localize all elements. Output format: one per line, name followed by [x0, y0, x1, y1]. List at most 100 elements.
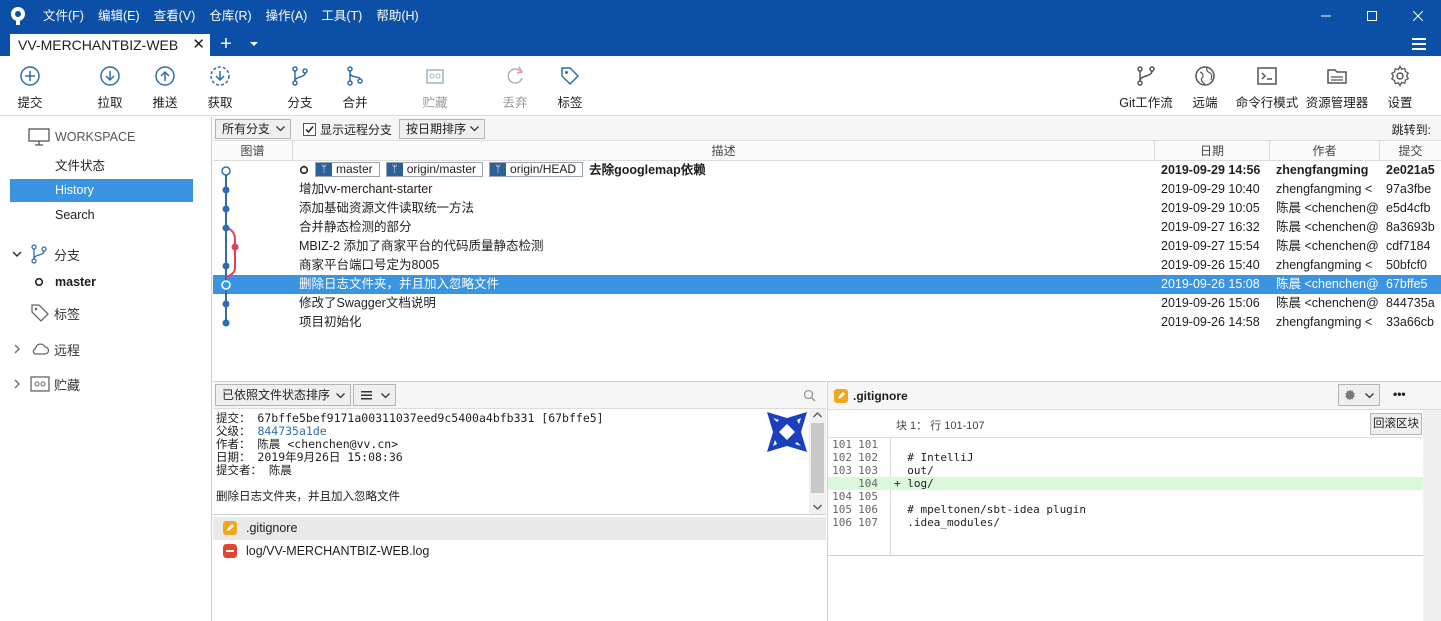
file-item-modified[interactable]: .gitignore	[213, 517, 826, 540]
branch-button[interactable]: 分支	[282, 56, 318, 116]
repo-tab-bar: VV-MERCHANTBIZ-WEB ✕ +	[0, 32, 1441, 56]
scrollbar-thumb[interactable]	[811, 423, 824, 493]
column-author[interactable]: 作者	[1270, 141, 1380, 161]
remote-button[interactable]: 远端	[1187, 56, 1223, 116]
pull-arrow-icon	[100, 66, 120, 86]
merge-button[interactable]: 合并	[337, 56, 373, 116]
chevron-down-icon[interactable]	[248, 38, 260, 50]
commit-author: 陈晨 <chenchen@	[1276, 201, 1379, 215]
commit-description: MBIZ-2 添加了商家平台的代码质量静态检测	[299, 239, 544, 253]
commit-row[interactable]: 修改了Swagger文档说明 2019-09-26 15:06 陈晨 <chen…	[213, 294, 1441, 313]
commit-row[interactable]: 项目初始化 2019-09-26 14:58 zhengfangming < 3…	[213, 313, 1441, 332]
commit-details: 提交： 67bffe5bef9171a00311037eed9c5400a4bf…	[213, 409, 826, 514]
sourcetree-logo-icon	[8, 6, 28, 26]
commit-row[interactable]: 添加基础资源文件读取统一方法 2019-09-29 10:05 陈晨 <chen…	[213, 199, 1441, 218]
menu-help[interactable]: 帮助(H)	[369, 0, 425, 32]
repo-tab[interactable]: VV-MERCHANTBIZ-WEB ✕	[10, 34, 210, 56]
chevron-right-icon[interactable]	[12, 344, 22, 354]
push-button[interactable]: 推送	[147, 56, 183, 116]
commit-details-scrollbar[interactable]	[809, 409, 826, 514]
chevron-down-icon[interactable]	[12, 249, 22, 259]
terminal-button[interactable]: 命令行模式	[1235, 56, 1299, 116]
diff-line-added[interactable]: 104 + log/	[828, 477, 1424, 490]
column-date[interactable]: 日期	[1155, 141, 1270, 161]
commit-hash: 67bffe5	[1386, 277, 1428, 291]
column-commit[interactable]: 提交	[1380, 141, 1441, 161]
close-window-button[interactable]	[1395, 0, 1441, 32]
commit-date: 2019-09-27 15:54	[1161, 239, 1260, 253]
maximize-button[interactable]	[1349, 0, 1395, 32]
commit-row[interactable]: 商家平台端口号定为8005 2019-09-26 15:40 zhengfang…	[213, 256, 1441, 275]
ref-badge-origin-head[interactable]: ᛘ origin/HEAD	[489, 162, 584, 177]
column-description[interactable]: 描述	[293, 141, 1155, 161]
menu-repository[interactable]: 仓库(R)	[202, 0, 258, 32]
pull-button[interactable]: 拉取	[92, 56, 128, 116]
diff-line[interactable]: 106 107 .idea_modules/	[828, 516, 1424, 529]
sidebar-item-history[interactable]: History	[10, 179, 193, 202]
commit-date: 2019-09-26 15:40	[1161, 258, 1260, 272]
menu-edit[interactable]: 编辑(E)	[91, 0, 147, 32]
diff-line[interactable]: 105 106 # mpeltonen/sbt-idea plugin	[828, 503, 1424, 516]
sidebar-item-search[interactable]: Search	[10, 204, 193, 227]
commit-row[interactable]: 合并静态检测的部分 2019-09-27 16:32 陈晨 <chenchen@…	[213, 218, 1441, 237]
settings-button[interactable]: 设置	[1382, 56, 1418, 116]
tag-button[interactable]: 标签	[552, 56, 588, 116]
hamburger-menu-icon[interactable]	[1410, 36, 1428, 52]
gitflow-button[interactable]: Git工作流	[1116, 56, 1176, 116]
diff-scrollbar[interactable]	[1423, 410, 1441, 621]
revert-hunk-button[interactable]: 回滚区块	[1370, 413, 1422, 435]
add-tab-button[interactable]: +	[216, 34, 236, 54]
diff-line[interactable]: 102 102 # IntelliJ	[828, 451, 1424, 464]
ref-badge-master[interactable]: ᛘ master	[315, 162, 380, 177]
menu-tools[interactable]: 工具(T)	[314, 0, 369, 32]
gitflow-icon	[1137, 66, 1155, 86]
show-remote-branches[interactable]: 显示远程分支	[303, 122, 392, 137]
repo-tab-title: VV-MERCHANTBIZ-WEB	[18, 37, 179, 53]
removed-file-icon	[223, 544, 237, 558]
commit-row[interactable]: MBIZ-2 添加了商家平台的代码质量静态检测 2019-09-27 15:54…	[213, 237, 1441, 256]
sidebar-tags[interactable]: 标签	[30, 303, 80, 323]
ref-badge-origin-master[interactable]: ᛘ origin/master	[385, 162, 484, 177]
commit-hash: 8a3693b	[1386, 220, 1435, 234]
discard-button[interactable]: 丢弃	[497, 56, 533, 116]
commit-button[interactable]: 提交	[12, 56, 48, 116]
menu-view[interactable]: 查看(V)	[147, 0, 203, 32]
more-options-icon[interactable]: •••	[1393, 387, 1406, 401]
diff-file-name: .gitignore	[853, 389, 908, 403]
chevron-right-icon[interactable]	[12, 379, 22, 389]
sidebar-stashes[interactable]: 贮藏	[12, 374, 80, 394]
diff-options-dropdown[interactable]	[1338, 384, 1380, 406]
branch-filter-dropdown[interactable]: 所有分支	[215, 119, 291, 139]
sidebar-branches[interactable]: 分支	[12, 244, 80, 264]
scroll-up-icon[interactable]	[813, 412, 822, 418]
file-item-removed[interactable]: log/VV-MERCHANTBIZ-WEB.log	[213, 540, 826, 563]
explorer-button[interactable]: 资源管理器	[1305, 56, 1369, 116]
commit-row[interactable]: ᛘ master ᛘ origin/master ᛘ origin/HEAD 去除googl…	[213, 161, 1441, 180]
view-mode-dropdown[interactable]	[353, 384, 396, 406]
search-icon[interactable]	[803, 389, 816, 402]
diff-line[interactable]: 101 101	[828, 438, 1424, 451]
checkbox-checked-icon[interactable]	[303, 122, 316, 136]
minimize-button[interactable]	[1303, 0, 1349, 32]
diff-line[interactable]: 103 103 out/	[828, 464, 1424, 477]
stash-button[interactable]: 贮藏	[417, 56, 453, 116]
column-graph[interactable]: 图谱	[213, 141, 293, 161]
commit-row[interactable]: 增加vv-merchant-starter 2019-09-29 10:40 z…	[213, 180, 1441, 199]
menu-actions[interactable]: 操作(A)	[259, 0, 315, 32]
diff-line[interactable]: 104 105	[828, 490, 1424, 503]
commit-row-selected[interactable]: 删除日志文件夹，并且加入忽略文件 2019-09-26 15:08 陈晨 <ch…	[213, 275, 1441, 294]
sidebar-item-file-status[interactable]: 文件状态	[10, 155, 193, 178]
sidebar-branch-master[interactable]: master	[34, 273, 96, 291]
terminal-icon	[1257, 67, 1277, 85]
sidebar-remotes[interactable]: 远程	[12, 339, 80, 359]
parent-hash-link[interactable]: 844735a1de	[257, 424, 326, 438]
jump-to-label[interactable]: 跳转到:	[1392, 121, 1431, 138]
scroll-down-icon[interactable]	[813, 504, 822, 510]
file-sort-dropdown[interactable]: 已依照文件状态排序	[215, 384, 351, 406]
close-tab-icon[interactable]: ✕	[192, 34, 205, 56]
menu-file[interactable]: 文件(F)	[36, 0, 91, 32]
sort-order-dropdown[interactable]: 按日期排序	[399, 119, 485, 139]
cloud-icon	[32, 343, 50, 355]
fetch-button[interactable]: 获取	[202, 56, 238, 116]
commit-description: 添加基础资源文件读取统一方法	[299, 201, 475, 215]
